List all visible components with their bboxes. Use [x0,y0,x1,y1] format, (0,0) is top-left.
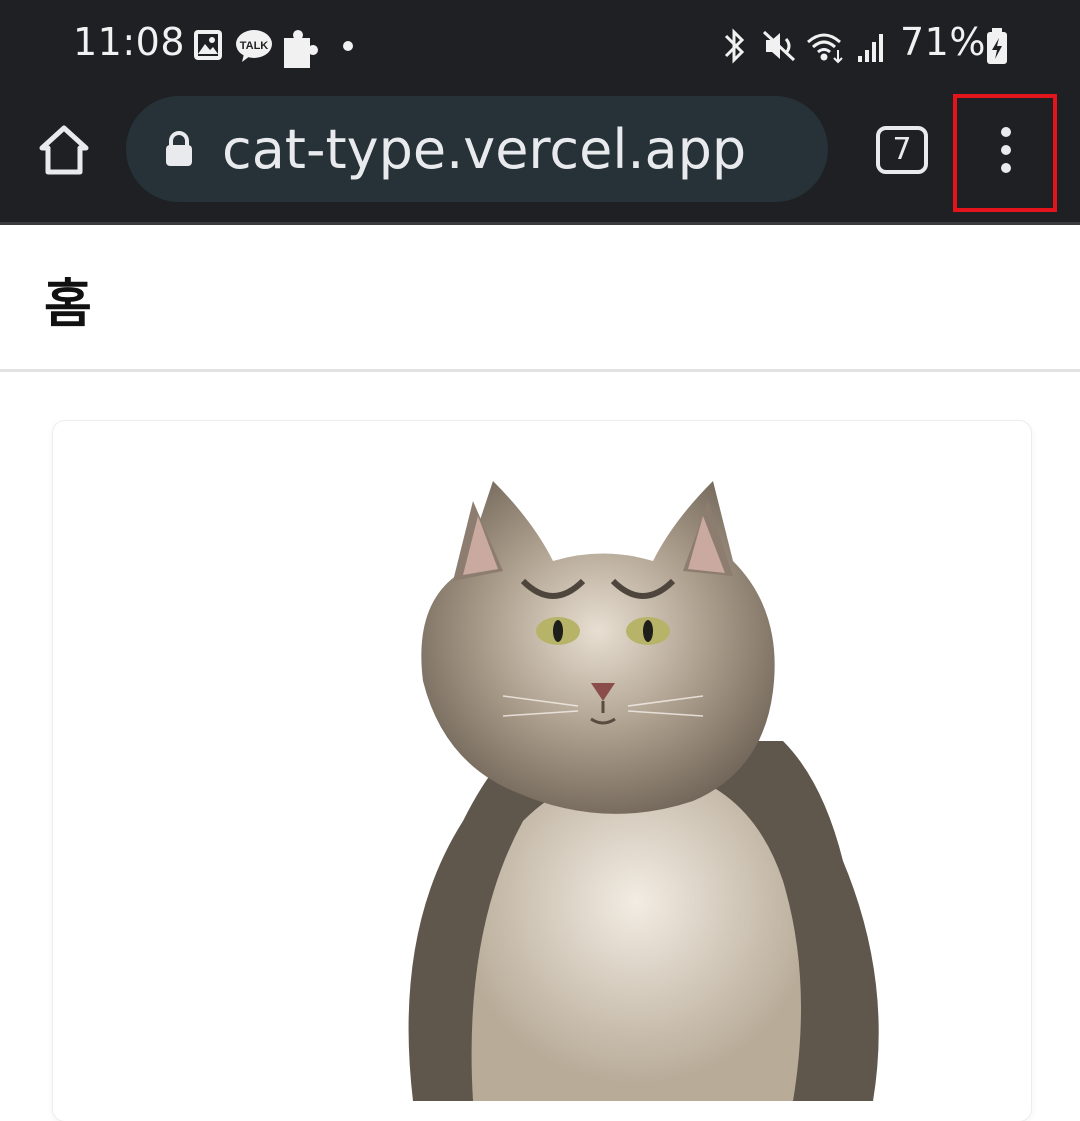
battery-icon [987,28,1007,64]
page-title: 홈 [44,275,92,335]
tab-switcher-button[interactable]: 7 [876,126,928,174]
status-bar: 11:08 TALK 71% [0,0,1080,90]
bluetooth-icon [724,28,745,64]
url-text[interactable]: cat-type.vercel.app [222,118,746,181]
home-button[interactable] [36,122,92,178]
home-icon [39,125,89,175]
lock-icon [166,131,192,166]
kakaotalk-icon: TALK [236,30,272,62]
tab-count: 7 [892,132,912,167]
header-divider [0,369,1080,372]
signal-icon [858,34,883,62]
puzzle-icon [284,30,318,69]
kakaotalk-label: TALK [240,40,269,52]
wifi-icon [807,33,843,64]
mute-icon [762,30,796,62]
cat-card [53,421,1031,1121]
cat-photo [408,481,879,1101]
battery-percent: 71% [900,20,986,64]
highlight-box [953,94,1057,212]
dot-icon [343,41,353,51]
status-time: 11:08 [73,20,186,64]
page-header [0,225,1080,371]
status-right-icons [724,28,883,64]
gallery-icon [194,30,222,60]
status-left-icons: TALK [194,30,353,69]
